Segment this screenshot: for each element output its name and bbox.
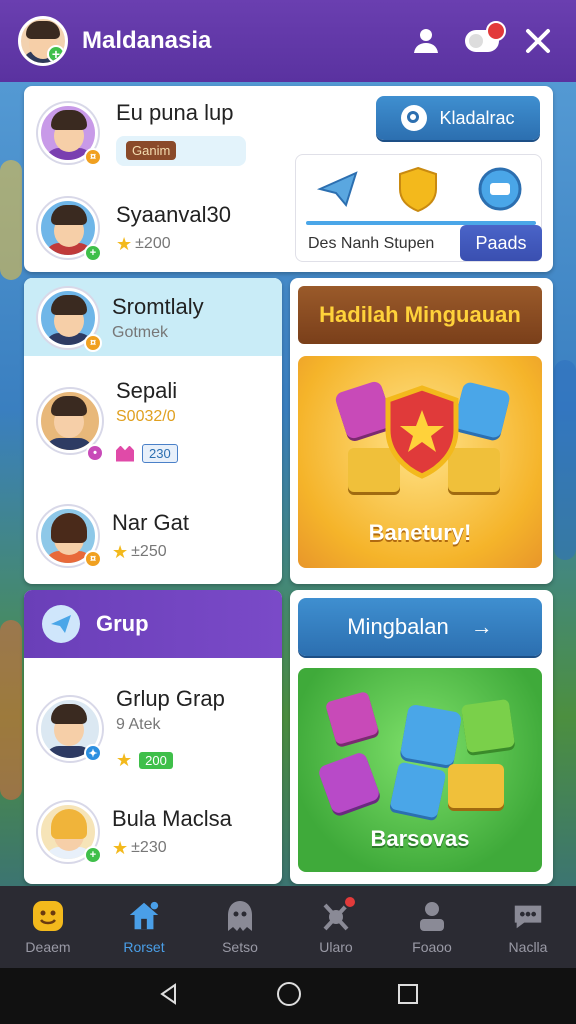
notification-badge: [343, 895, 357, 909]
list-item[interactable]: ¤ Nar Gat ★ ±250: [38, 506, 190, 568]
badge-icon: •: [86, 444, 104, 462]
home-button-icon[interactable]: [276, 981, 302, 1012]
user-avatar[interactable]: +: [18, 16, 68, 66]
arrow-right-icon: →: [470, 614, 493, 639]
profile-icon[interactable]: [406, 21, 446, 61]
nav-label: Deaem: [25, 939, 71, 955]
players-card: ¤ Sromtlaly Gotmek • Sepali S0032/0 230 …: [24, 278, 282, 584]
quick-actions-box: Des Nanh Stupen Paads: [295, 154, 542, 262]
tag-label: Ganim: [126, 141, 177, 160]
list-item[interactable]: • Sepali S0032/0 230: [38, 378, 178, 463]
badge-icon: ¤: [84, 550, 102, 568]
back-icon[interactable]: [157, 982, 181, 1011]
add-icon: +: [84, 244, 102, 262]
chat-icon: [511, 899, 545, 933]
chat-bubble-icon[interactable]: [474, 165, 526, 218]
home-icon: [127, 899, 161, 933]
caption-text: Des Nanh Stupen: [308, 235, 435, 252]
smiley-icon: [31, 899, 65, 933]
points: ±200: [135, 235, 171, 252]
paper-plane-icon: [42, 605, 80, 643]
list-item[interactable]: ✦ Grlup Grap 9 Atek ★ 200: [38, 686, 225, 771]
points: ±230: [131, 839, 167, 856]
shield-icon[interactable]: [396, 165, 440, 218]
nav-item-ularo[interactable]: Ularo: [288, 886, 384, 968]
star-icon: ★: [116, 233, 133, 254]
player-name: Sepali: [116, 378, 178, 403]
nav-label: Rorset: [123, 939, 165, 955]
group-card: Grup ✦ Grlup Grap 9 Atek ★ 200 + Bula Ma…: [24, 590, 282, 884]
reward-art[interactable]: Banetury!: [298, 356, 542, 568]
app-header: + Maldanasia: [0, 0, 576, 82]
notification-badge: [486, 21, 506, 41]
badge-icon: ¤: [84, 334, 102, 352]
reward-panel: Hadilah Minguauan Banetury!: [290, 278, 553, 584]
paper-plane-icon[interactable]: [316, 167, 360, 216]
badge-icon: ¤: [84, 148, 102, 166]
player-name: Eu puna lup: [116, 100, 234, 125]
background-decoration: [0, 160, 22, 280]
top-card: ¤ Eu puna lup Ganim + Syaanval30 ★ ±200 K…: [24, 86, 553, 272]
nav-label: Setso: [222, 939, 258, 955]
robot-icon: [319, 895, 357, 933]
list-item[interactable]: + Bula Maclsa ★ ±230: [38, 802, 232, 864]
badge-icon: ✦: [84, 744, 102, 762]
player-name: Sromtlaly: [112, 294, 204, 319]
nav-label: Naclla: [508, 939, 548, 955]
player-sub: Gotmek: [112, 324, 169, 341]
nav-item-foaoo[interactable]: Foaoo: [384, 886, 480, 968]
member-name: Bula Maclsa: [112, 805, 232, 831]
player-name: Syaanval30: [116, 201, 231, 227]
close-icon[interactable]: [518, 21, 558, 61]
background-decoration: [0, 620, 22, 800]
player-name: Nar Gat: [112, 509, 190, 535]
nav-item-rorset[interactable]: Rorset: [96, 886, 192, 968]
list-item[interactable]: ¤ Sromtlaly Gotmek: [38, 288, 204, 352]
points: ±250: [131, 543, 167, 560]
match-button-label: Mingbalan: [347, 614, 449, 639]
reward-caption: Banetury!: [368, 520, 472, 545]
player-score: S0032/0: [116, 408, 176, 425]
toggle-icon[interactable]: [462, 21, 506, 61]
search-chat-icon: [401, 105, 428, 131]
match-caption: Barsovas: [370, 826, 470, 851]
caption-button[interactable]: Paads: [460, 225, 542, 261]
action-button-label: Kladalrac: [439, 107, 515, 128]
tag-field: Ganim: [116, 136, 246, 166]
add-icon: +: [84, 846, 102, 864]
player-badge: 230: [142, 444, 178, 463]
shield-star-icon: [385, 385, 459, 479]
reward-title: Hadilah Minguauan: [298, 286, 542, 344]
avatar: [38, 388, 102, 453]
nav-label: Ularo: [319, 939, 353, 955]
nav-item-naclla[interactable]: Naclla: [480, 886, 576, 968]
group-title: Grup: [96, 611, 149, 636]
member-badge: 200: [139, 752, 173, 769]
nav-item-setso[interactable]: Setso: [192, 886, 288, 968]
list-item[interactable]: + Syaanval30 ★ ±200: [38, 198, 231, 262]
match-panel: Mingbalan → Barsovas: [290, 590, 553, 884]
ghost-icon: [223, 899, 257, 933]
group-header[interactable]: Grup: [24, 590, 282, 658]
list-item[interactable]: ¤ Eu puna lup Ganim: [38, 100, 246, 166]
system-nav-bar: [0, 968, 576, 1024]
background-decoration: [554, 360, 576, 560]
match-art[interactable]: Barsovas: [298, 668, 542, 872]
person-icon: [415, 899, 449, 933]
star-icon: ★: [112, 837, 129, 858]
star-icon: ★: [112, 541, 129, 562]
recents-icon[interactable]: [397, 983, 419, 1010]
action-button[interactable]: Kladalrac: [376, 96, 540, 140]
match-button[interactable]: Mingbalan →: [298, 598, 542, 656]
bottom-nav: Deaem Rorset Setso Ularo Foaoo Naclla: [0, 886, 576, 968]
member-name: Grlup Grap: [116, 686, 225, 711]
star-icon: ★: [116, 750, 133, 770]
app-title: Maldanasia: [82, 27, 212, 54]
gem-icon: [116, 445, 134, 462]
nav-label: Foaoo: [412, 939, 452, 955]
member-sub: 9 Atek: [116, 716, 161, 733]
nav-item-deaem[interactable]: Deaem: [0, 886, 96, 968]
